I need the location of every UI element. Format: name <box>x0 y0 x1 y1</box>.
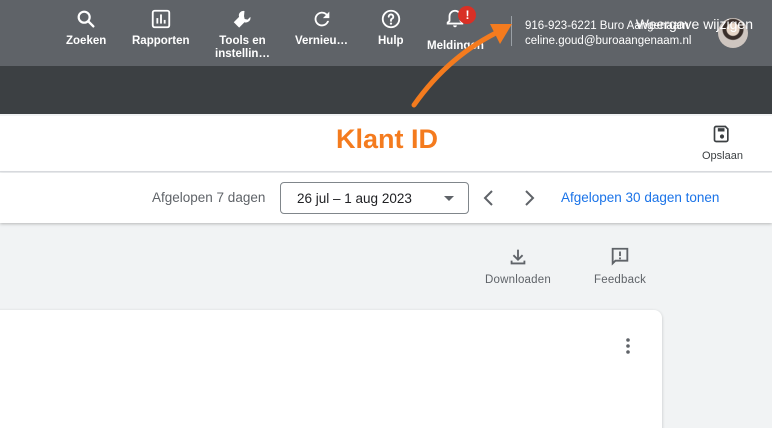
feedback-label: Feedback <box>594 274 647 286</box>
tools-settings-label-line1: Tools en <box>219 35 266 47</box>
wrench-icon <box>234 10 251 28</box>
change-view-button[interactable]: Weergave wijzigen <box>636 16 753 32</box>
more-vert-icon <box>626 338 630 354</box>
help-label: Hulp <box>378 35 404 47</box>
save-label: Opslaan <box>702 150 743 162</box>
notifications-label: Meldingen <box>427 40 484 52</box>
more-options-button[interactable] <box>618 336 638 356</box>
view-strip <box>0 66 772 114</box>
previous-period-button[interactable] <box>479 188 499 208</box>
search-button[interactable]: Zoeken <box>66 8 106 48</box>
date-range-value: 26 jul – 1 aug 2023 <box>297 191 412 206</box>
help-button[interactable]: Hulp <box>378 8 404 48</box>
refresh-button[interactable]: Vernieu… <box>295 8 348 48</box>
annotation-label: Klant ID <box>336 124 439 154</box>
next-period-button[interactable] <box>519 188 539 208</box>
download-button[interactable]: Downloaden <box>485 246 551 286</box>
notification-badge: ! <box>458 6 477 24</box>
tools-settings-label: Tools en instellin… <box>215 35 270 61</box>
download-label: Downloaden <box>485 274 551 286</box>
content-card <box>0 310 662 428</box>
date-range-select[interactable]: 26 jul – 1 aug 2023 <box>280 182 469 214</box>
save-button[interactable]: Opslaan <box>702 124 743 162</box>
feedback-icon <box>611 247 629 266</box>
reports-button[interactable]: Rapporten <box>132 8 190 48</box>
feedback-button[interactable]: Feedback <box>594 246 646 286</box>
chevron-left-icon <box>483 190 493 206</box>
period-label: Afgelopen 7 dagen <box>152 190 266 205</box>
bar-chart-icon <box>151 9 170 29</box>
download-icon <box>510 249 526 265</box>
show-30-days-link[interactable]: Afgelopen 30 dagen tonen <box>561 190 719 205</box>
help-icon <box>381 9 400 29</box>
notifications-button[interactable]: ! Meldingen <box>427 6 484 53</box>
save-icon <box>714 125 730 143</box>
refresh-label: Vernieu… <box>295 35 349 47</box>
chevron-right-icon <box>525 190 535 206</box>
topbar-divider <box>511 16 512 46</box>
caret-down-icon <box>444 196 454 201</box>
search-label: Zoeken <box>66 35 107 47</box>
tools-settings-label-line2: instellin… <box>215 48 270 60</box>
tools-settings-button[interactable]: Tools en instellin… <box>215 8 270 61</box>
account-email: celine.goud@buroaangenaam.nl <box>525 35 692 47</box>
search-icon <box>77 10 95 28</box>
refresh-icon <box>314 11 329 27</box>
reports-label: Rapporten <box>132 35 190 47</box>
